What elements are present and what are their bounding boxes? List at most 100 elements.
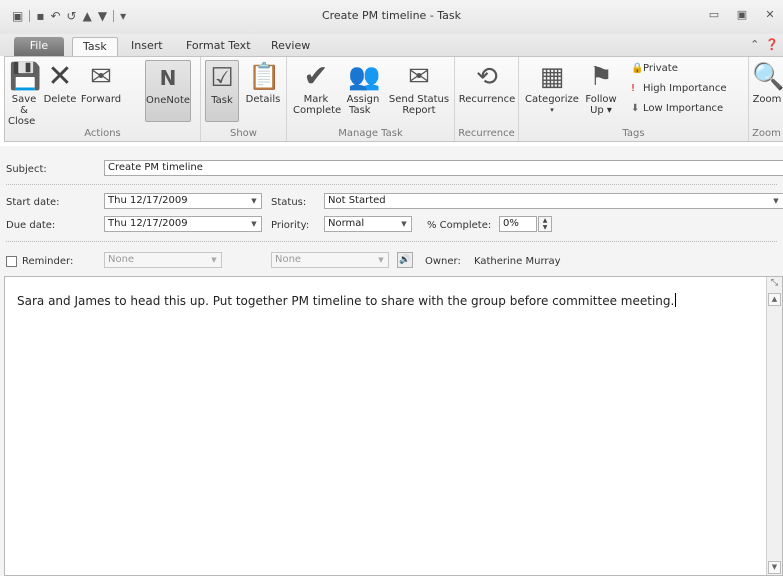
recurrence-button[interactable]: ⟲ Recurrence (457, 60, 517, 105)
lock-icon: 🔒 (631, 63, 644, 74)
high-importance-icon: ! (631, 83, 636, 94)
zoom-button[interactable]: 🔍 Zoom (751, 60, 783, 105)
scroll-up-icon[interactable]: ▲ (768, 293, 781, 306)
priority-value: Normal (328, 218, 365, 229)
mark-complete-label-2: Complete (293, 105, 342, 116)
tab-review[interactable]: Review (271, 37, 310, 56)
recurrence-label: Recurrence (458, 94, 516, 105)
send-status-label-2: Report (402, 105, 436, 116)
mark-complete-button[interactable]: ✔ Mark Complete (293, 60, 342, 117)
group-show: ☑ Task 📋 Details Show (201, 57, 287, 141)
tab-file[interactable]: File (14, 37, 64, 56)
onenote-button[interactable]: N OneNote (145, 60, 191, 122)
private-button[interactable]: 🔒Private (631, 63, 678, 74)
group-manage-task-label: Manage Task (338, 128, 403, 139)
status-dropdown[interactable]: Not Started ▼ (324, 193, 783, 209)
onenote-label: OneNote (146, 95, 191, 106)
group-zoom-label: Zoom (752, 128, 781, 139)
tab-insert[interactable]: Insert (131, 37, 163, 56)
percent-complete-label: % Complete: (427, 220, 492, 231)
window-title: Create PM timeline - Task (321, 9, 462, 22)
categorize-label: Categorize (525, 94, 579, 105)
low-importance-label: Low Importance (643, 103, 724, 114)
high-importance-label: High Importance (643, 83, 727, 94)
percent-complete-input[interactable]: 0% (499, 216, 537, 232)
details-label: Details (245, 94, 281, 105)
chevron-down-icon[interactable]: ▼ (247, 217, 261, 231)
details-icon: 📋 (248, 62, 281, 92)
owner-value: Katherine Murray (474, 256, 561, 267)
send-status-report-button[interactable]: ✉ Send Status Report (387, 60, 451, 116)
start-date-picker[interactable]: Thu 12/17/2009 ▼ (104, 193, 262, 209)
reminder-label: Reminder: (22, 256, 74, 267)
owner-label: Owner: (425, 256, 461, 267)
assign-task-icon: 👥 (348, 62, 381, 92)
send-status-icon: ✉ (408, 62, 430, 92)
minimize-icon[interactable]: ▭ (707, 8, 721, 21)
save-close-button[interactable]: 💾 Save & Close (8, 60, 42, 127)
start-date-value: Thu 12/17/2009 (108, 195, 188, 206)
priority-dropdown[interactable]: Normal ▼ (324, 216, 412, 232)
save-close-label: Save & (11, 94, 37, 116)
assign-task-label: Assign (346, 94, 380, 105)
private-label: Private (643, 63, 678, 74)
status-value: Not Started (328, 195, 386, 206)
delete-icon: ✕ (47, 59, 73, 94)
send-status-label: Send Status (388, 94, 450, 105)
assign-task-label-2: Task (349, 105, 371, 116)
group-recurrence: ⟲ Recurrence Recurrence (455, 57, 519, 141)
assign-task-button[interactable]: 👥 Assign Task (343, 60, 383, 116)
chevron-down-icon[interactable]: ▼ (247, 194, 261, 208)
reminder-sound-icon[interactable]: 🔊 (397, 252, 413, 268)
chevron-down-icon[interactable]: ▼ (397, 217, 411, 231)
task-notes-body[interactable]: Sara and James to head this up. Put toge… (4, 276, 783, 576)
group-tags-label: Tags (622, 128, 645, 139)
group-actions-label: Actions (84, 128, 121, 139)
help-icon[interactable]: ❓ (765, 38, 779, 51)
ribbon-tabs: File Task Insert Format Text Review ⌃ ❓ (0, 34, 783, 56)
window-controls: ▭ ▣ ✕ (707, 8, 777, 21)
minimize-ribbon-icon[interactable]: ⌃ (750, 38, 759, 51)
forward-button[interactable]: ✉ Forward (79, 60, 123, 105)
chevron-down-icon[interactable]: ▼ (374, 253, 388, 267)
reminder-time-dropdown[interactable]: None ▼ (271, 252, 389, 268)
reminder-date-dropdown[interactable]: None ▼ (104, 252, 222, 268)
separator (6, 184, 777, 185)
delete-button[interactable]: ✕ Delete (41, 59, 79, 106)
priority-label: Priority: (271, 220, 310, 231)
chevron-down-icon[interactable]: ▼ (207, 253, 221, 267)
chevron-down-icon[interactable]: ▼ (769, 194, 783, 208)
show-task-button[interactable]: ☑ Task (205, 60, 239, 122)
low-importance-button[interactable]: ⬇ Low Importance (631, 103, 723, 114)
subject-input[interactable]: Create PM timeline (104, 160, 783, 176)
percent-complete-spinner[interactable]: ▲ ▼ (538, 216, 552, 232)
group-show-label: Show (230, 128, 257, 139)
scroll-down-icon[interactable]: ▼ (768, 561, 781, 574)
task-check-icon: ☑ (210, 63, 234, 93)
status-label: Status: (271, 197, 307, 208)
close-icon[interactable]: ✕ (763, 8, 777, 21)
restore-icon[interactable]: ▣ (735, 8, 749, 21)
magnifier-icon: 🔍 (752, 62, 783, 92)
notes-content: Sara and James to head this up. Put toge… (17, 294, 675, 308)
categorize-button[interactable]: ▦ Categorize ▾ (525, 60, 579, 116)
tab-task[interactable]: Task (72, 37, 118, 56)
due-date-picker[interactable]: Thu 12/17/2009 ▼ (104, 216, 262, 232)
task-form: Subject: Create PM timeline Start date: … (0, 146, 783, 576)
notes-text[interactable]: Sara and James to head this up. Put toge… (17, 293, 677, 308)
separator (6, 241, 777, 242)
show-task-label: Task (211, 95, 233, 106)
mark-complete-label: Mark (303, 94, 329, 105)
follow-up-button[interactable]: ⚑ Follow Up ▾ (581, 60, 621, 116)
flag-icon: ⚑ (589, 62, 613, 92)
group-manage-task: ✔ Mark Complete 👥 Assign Task ✉ Send Sta… (287, 57, 455, 141)
expand-icon[interactable]: ⤡ (768, 278, 781, 291)
start-date-label: Start date: (6, 197, 60, 208)
vertical-scrollbar[interactable]: ⤡ ▲ ▼ (766, 277, 782, 575)
reminder-date-value: None (108, 254, 135, 265)
tab-format-text[interactable]: Format Text (186, 37, 251, 56)
save-close-icon: 💾 (9, 62, 42, 92)
reminder-checkbox[interactable] (6, 256, 17, 267)
high-importance-button[interactable]: ! High Importance (631, 83, 726, 94)
details-button[interactable]: 📋 Details (243, 60, 283, 105)
